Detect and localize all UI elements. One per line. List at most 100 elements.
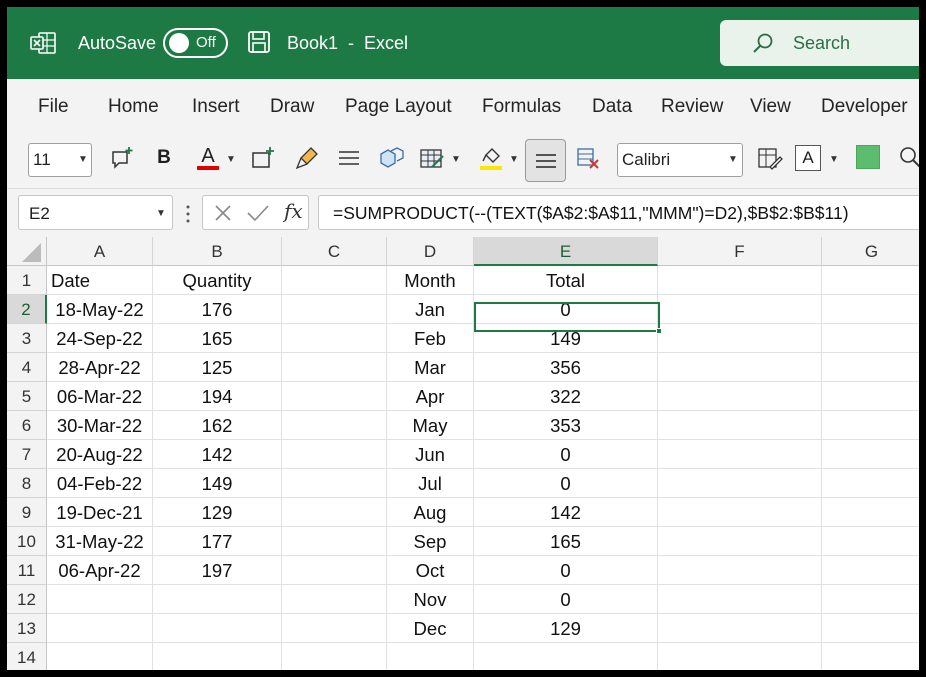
cell-f2[interactable]: [658, 295, 822, 324]
cell-g14[interactable]: [822, 643, 919, 670]
quantity-cell[interactable]: 129: [153, 498, 282, 527]
cell-g12[interactable]: [822, 585, 919, 614]
cell-c10[interactable]: [282, 527, 387, 556]
menu-formulas[interactable]: Formulas: [482, 96, 561, 118]
cell-f6[interactable]: [658, 411, 822, 440]
cell-c6[interactable]: [282, 411, 387, 440]
cell-f8[interactable]: [658, 469, 822, 498]
date-cell[interactable]: 31-May-22: [47, 527, 153, 556]
quantity-cell[interactable]: 176: [153, 295, 282, 324]
cell-f7[interactable]: [658, 440, 822, 469]
column-header-g[interactable]: G: [822, 237, 919, 266]
cell-b12[interactable]: [153, 585, 282, 614]
format-table-button[interactable]: [417, 143, 447, 173]
cell-g10[interactable]: [822, 527, 919, 556]
date-cell[interactable]: 20-Aug-22: [47, 440, 153, 469]
new-comment-button[interactable]: [107, 143, 137, 173]
date-cell[interactable]: 19-Dec-21: [47, 498, 153, 527]
center-align-button[interactable]: [525, 139, 566, 182]
cell-g4[interactable]: [822, 353, 919, 382]
cell-g1[interactable]: [822, 266, 919, 295]
cell-a14[interactable]: [47, 643, 153, 670]
cell-g5[interactable]: [822, 382, 919, 411]
row-header-14[interactable]: 14: [7, 643, 47, 670]
cell-c13[interactable]: [282, 614, 387, 643]
chevron-down-icon[interactable]: ▼: [226, 154, 236, 165]
menu-developer[interactable]: Developer: [821, 96, 908, 118]
cell-g2[interactable]: [822, 295, 919, 324]
cell-c5[interactable]: [282, 382, 387, 411]
row-header-13[interactable]: 13: [7, 614, 47, 643]
cell-f5[interactable]: [658, 382, 822, 411]
font-size-select[interactable]: 11 ▼: [28, 143, 92, 177]
autosave-toggle[interactable]: Off: [163, 28, 228, 58]
name-box[interactable]: E2 ▼: [18, 195, 173, 230]
cell-c11[interactable]: [282, 556, 387, 585]
column-header-d[interactable]: D: [387, 237, 474, 266]
search-box[interactable]: Search: [720, 20, 919, 66]
cell-g11[interactable]: [822, 556, 919, 585]
total-cell[interactable]: 0: [474, 295, 658, 324]
save-icon[interactable]: [247, 30, 271, 54]
total-cell[interactable]: 0: [474, 585, 658, 614]
quantity-cell[interactable]: 177: [153, 527, 282, 556]
total-cell[interactable]: 149: [474, 324, 658, 353]
total-cell[interactable]: 0: [474, 469, 658, 498]
row-header-7[interactable]: 7: [7, 440, 47, 469]
header-total[interactable]: Total: [474, 266, 658, 295]
border-button[interactable]: A: [795, 145, 821, 171]
row-header-3[interactable]: 3: [7, 324, 47, 353]
month-cell[interactable]: Aug: [387, 498, 474, 527]
date-cell[interactable]: 06-Apr-22: [47, 556, 153, 585]
column-header-b[interactable]: B: [153, 237, 282, 266]
total-cell[interactable]: 356: [474, 353, 658, 382]
insert-cells-button[interactable]: [249, 143, 277, 173]
total-cell[interactable]: 0: [474, 556, 658, 585]
cell-f9[interactable]: [658, 498, 822, 527]
month-cell[interactable]: Feb: [387, 324, 474, 353]
month-cell[interactable]: Mar: [387, 353, 474, 382]
total-cell[interactable]: 0: [474, 440, 658, 469]
cell-f3[interactable]: [658, 324, 822, 353]
row-header-10[interactable]: 10: [7, 527, 47, 556]
row-header-5[interactable]: 5: [7, 382, 47, 411]
month-cell[interactable]: Apr: [387, 382, 474, 411]
menu-page-layout[interactable]: Page Layout: [345, 96, 452, 118]
cell-a13[interactable]: [47, 614, 153, 643]
cell-f4[interactable]: [658, 353, 822, 382]
menu-data[interactable]: Data: [592, 96, 632, 118]
cell-g3[interactable]: [822, 324, 919, 353]
cell-b14[interactable]: [153, 643, 282, 670]
header-month[interactable]: Month: [387, 266, 474, 295]
cell-c7[interactable]: [282, 440, 387, 469]
more-options-icon[interactable]: [185, 203, 191, 225]
menu-review[interactable]: Review: [661, 96, 723, 118]
cell-f12[interactable]: [658, 585, 822, 614]
cell-a12[interactable]: [47, 585, 153, 614]
cell-f10[interactable]: [658, 527, 822, 556]
fill-color-icon[interactable]: [856, 145, 880, 169]
cancel-icon[interactable]: [213, 204, 233, 222]
header-quantity[interactable]: Quantity: [153, 266, 282, 295]
month-cell[interactable]: Dec: [387, 614, 474, 643]
format-cells-button[interactable]: [755, 143, 785, 173]
row-header-8[interactable]: 8: [7, 469, 47, 498]
total-cell[interactable]: 353: [474, 411, 658, 440]
menu-file[interactable]: File: [38, 96, 69, 118]
quantity-cell[interactable]: 125: [153, 353, 282, 382]
row-header-4[interactable]: 4: [7, 353, 47, 382]
date-cell[interactable]: 18-May-22: [47, 295, 153, 324]
total-cell[interactable]: 129: [474, 614, 658, 643]
quantity-cell[interactable]: 197: [153, 556, 282, 585]
quantity-cell[interactable]: 194: [153, 382, 282, 411]
chevron-down-icon[interactable]: ▼: [451, 154, 461, 165]
date-cell[interactable]: 30-Mar-22: [47, 411, 153, 440]
font-name-select[interactable]: Calibri ▼: [617, 143, 743, 177]
cell-b13[interactable]: [153, 614, 282, 643]
header-date[interactable]: Date: [47, 266, 153, 295]
cell-f11[interactable]: [658, 556, 822, 585]
cell-c3[interactable]: [282, 324, 387, 353]
row-header-1[interactable]: 1: [7, 266, 47, 295]
month-cell[interactable]: Jun: [387, 440, 474, 469]
quantity-cell[interactable]: 142: [153, 440, 282, 469]
